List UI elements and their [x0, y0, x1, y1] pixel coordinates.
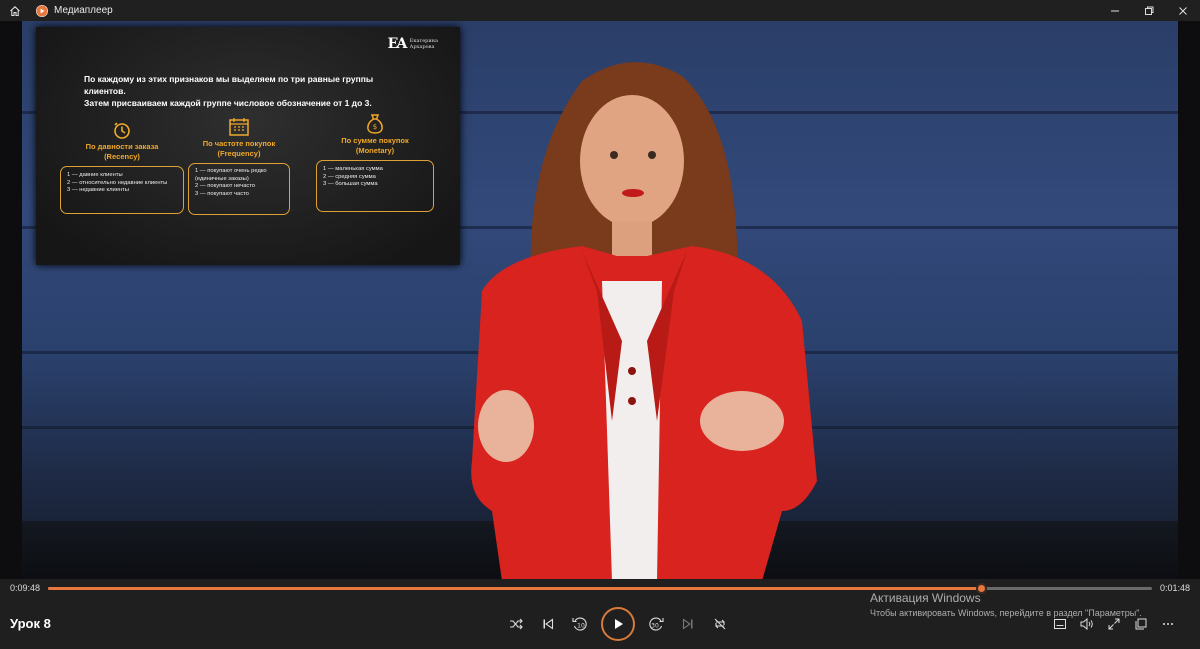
frequency-title: По частоте покупок — [202, 139, 276, 148]
maximize-icon[interactable] — [1132, 0, 1166, 21]
seek-bar[interactable] — [48, 583, 1152, 594]
monetary-box: 1 — маленькая сумма 2 — средняя сумма 3 … — [316, 160, 434, 212]
windows-activation-watermark: Активация Windows Чтобы активировать Win… — [870, 591, 1142, 618]
clock-icon — [60, 120, 184, 140]
slide-heading: По каждому из этих признаков мы выделяем… — [84, 73, 414, 109]
more-options-icon[interactable] — [1160, 616, 1176, 632]
presentation-slide: ЕА Екатерина Архарова По каждому из этих… — [36, 27, 460, 265]
shuffle-icon[interactable] — [502, 610, 530, 638]
play-circle-icon — [36, 4, 48, 17]
subtitles-icon[interactable] — [1052, 616, 1068, 632]
view-controls — [1052, 616, 1176, 632]
activation-title: Активация Windows — [870, 591, 981, 605]
video-frame[interactable]: ЕА Екатерина Архарова По каждому из этих… — [0, 21, 1200, 579]
list-item: 2 — покупают нечасто — [195, 183, 256, 190]
slide-line-2: Затем присваиваем каждой группе числовое… — [84, 98, 372, 108]
list-item: (единичные заказы) — [195, 175, 249, 182]
track-title: Урок 8 — [10, 616, 51, 631]
monetary-subtitle: (Monetary) — [355, 146, 395, 155]
logo-mark: ЕА — [387, 36, 408, 52]
frequency-subtitle: (Frequency) — [217, 149, 261, 158]
seek-progress — [48, 587, 981, 590]
close-icon[interactable] — [1166, 0, 1200, 21]
playback-controls: 10 30 — [500, 607, 736, 641]
logo-name-line2: Архарова — [409, 44, 435, 50]
frequency-column: По частоте покупок (Frequency) 1 — покуп… — [188, 117, 290, 215]
play-button[interactable] — [601, 607, 635, 641]
list-item: 2 — средняя сумма — [323, 173, 376, 180]
list-item: 1 — давние клиенты — [67, 172, 123, 178]
fullscreen-icon[interactable] — [1106, 616, 1122, 632]
skip-forward-label: 30 — [651, 623, 659, 630]
remaining-time: 0:01:48 — [1159, 583, 1190, 593]
frequency-box: 1 — покупают очень редко (единичные зака… — [188, 163, 290, 215]
rewind-10-icon[interactable]: 10 — [566, 610, 594, 638]
mini-player-icon[interactable] — [1133, 616, 1149, 632]
monetary-title: По сумме покупок — [341, 136, 409, 145]
player-controls-bar: 0:09:48 0:01:48 Урок 8 10 30 Активация W… — [0, 579, 1200, 649]
elapsed-time: 0:09:48 — [10, 583, 41, 593]
home-icon[interactable] — [8, 4, 22, 18]
calendar-icon — [188, 117, 290, 137]
previous-icon[interactable] — [534, 610, 562, 638]
forward-30-icon[interactable]: 30 — [642, 610, 670, 638]
skip-back-label: 10 — [577, 623, 585, 630]
presenter-figure — [471, 62, 817, 579]
window-title: Медиаплеер — [54, 5, 113, 16]
monetary-column: $ По сумме покупок (Monetary) 1 — малень… — [316, 114, 434, 212]
recency-subtitle: (Recency) — [104, 152, 140, 161]
list-item: 2 — относительно недавние клиенты — [67, 179, 168, 186]
list-item: 3 — недавние клиенты — [67, 187, 129, 194]
list-item: 1 — покупают очень редко — [195, 168, 267, 174]
recency-column: По давности заказа (Recency) 1 — давние … — [60, 120, 184, 214]
recency-title: По давности заказа — [85, 142, 159, 151]
title-bar: Медиаплеер — [0, 0, 1200, 21]
money-bag-icon: $ — [316, 114, 434, 134]
svg-text:$: $ — [373, 123, 377, 131]
slide-line-1: По каждому из этих признаков мы выделяем… — [84, 74, 374, 96]
repeat-off-icon[interactable] — [706, 610, 734, 638]
list-item: 1 — маленькая сумма — [323, 166, 383, 172]
recency-box: 1 — давние клиенты 2 — относительно неда… — [60, 166, 184, 214]
slide-logo: ЕА Екатерина Архарова — [388, 36, 438, 52]
list-item: 3 — большая сумма — [323, 181, 378, 188]
minimize-icon[interactable] — [1098, 0, 1132, 21]
next-icon[interactable] — [674, 610, 702, 638]
play-icon — [615, 619, 623, 629]
volume-icon[interactable] — [1079, 616, 1095, 632]
list-item: 3 — покупают часто — [195, 190, 249, 197]
